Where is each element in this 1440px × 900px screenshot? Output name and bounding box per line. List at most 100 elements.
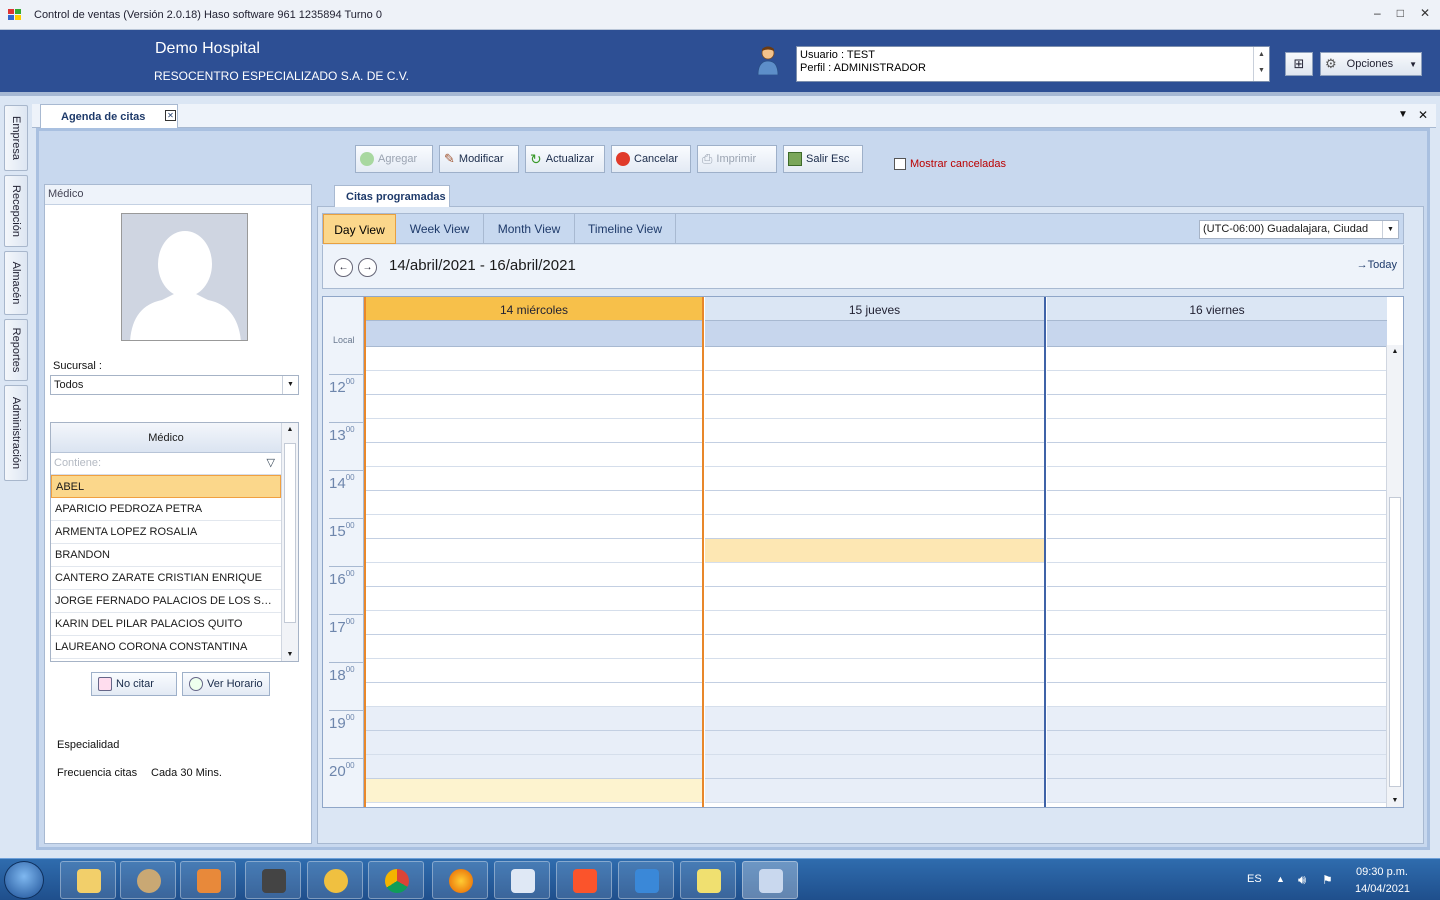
time-slot[interactable] <box>366 779 702 803</box>
doctor-grid-header[interactable]: Médico <box>51 423 281 453</box>
today-button[interactable]: →Today <box>1357 259 1397 271</box>
user-box-scrollbar[interactable]: ▲ ▼ <box>1253 47 1269 81</box>
vtab-empresa[interactable]: Empresa <box>4 105 28 171</box>
doctor-grid-scrollbar[interactable]: ▲ ▼ <box>281 423 298 661</box>
taskbar-app-people[interactable] <box>307 861 363 899</box>
time-slot[interactable] <box>1047 635 1387 659</box>
time-slot[interactable] <box>1047 347 1387 371</box>
mostrar-canceladas-toggle[interactable]: Mostrar canceladas <box>894 158 1006 170</box>
time-slot[interactable] <box>705 683 1044 707</box>
scroll-down-icon[interactable]: ▼ <box>282 651 298 658</box>
layout-grid-button[interactable]: ⊞ <box>1285 52 1313 76</box>
taskbar-media[interactable] <box>180 861 236 899</box>
time-slot[interactable] <box>1047 515 1387 539</box>
time-slot[interactable] <box>1047 371 1387 395</box>
day-header[interactable]: 14 miércoles <box>366 297 702 321</box>
time-slot[interactable] <box>1047 563 1387 587</box>
time-slot[interactable] <box>705 515 1044 539</box>
time-slot[interactable] <box>1047 611 1387 635</box>
scroll-thumb[interactable] <box>1389 497 1401 787</box>
time-slot[interactable] <box>366 635 702 659</box>
time-slot[interactable] <box>366 443 702 467</box>
time-slot[interactable] <box>366 659 702 683</box>
time-slot[interactable] <box>366 347 702 371</box>
time-slot[interactable] <box>705 395 1044 419</box>
network-flag-icon[interactable]: ⚑ <box>1322 873 1333 887</box>
vtab-almacen[interactable]: Almacén <box>4 251 28 315</box>
tab-agenda-de-citas[interactable]: Agenda de citas ✕ <box>40 104 178 128</box>
tab-month-view[interactable]: Month View <box>484 214 575 244</box>
doctor-row[interactable]: APARICIO PEDROZA PETRA <box>51 498 281 521</box>
tray-expand-icon[interactable]: ▲ <box>1276 874 1285 884</box>
mostrar-canceladas-checkbox[interactable] <box>894 158 906 170</box>
time-slot[interactable] <box>366 731 702 755</box>
time-slot[interactable] <box>705 635 1044 659</box>
time-slot[interactable] <box>1047 659 1387 683</box>
vtab-administracion[interactable]: Administración <box>4 385 28 481</box>
taskbar-app-notes[interactable] <box>680 861 736 899</box>
cancelar-button[interactable]: Cancelar <box>611 145 691 173</box>
time-slot[interactable] <box>1047 587 1387 611</box>
time-slot[interactable] <box>366 467 702 491</box>
time-slot[interactable] <box>705 659 1044 683</box>
time-slot[interactable] <box>366 395 702 419</box>
time-slot[interactable] <box>1047 539 1387 563</box>
filter-icon[interactable]: ▽ <box>267 456 275 469</box>
restore-icon[interactable]: □ <box>1397 6 1404 20</box>
time-slot[interactable] <box>705 611 1044 635</box>
next-arrow-icon[interactable]: → <box>358 258 377 277</box>
doctor-filter-input[interactable]: Contiene: ▽ <box>51 453 281 475</box>
all-day-area[interactable] <box>1047 321 1387 347</box>
tab-week-view[interactable]: Week View <box>396 214 484 244</box>
time-slot[interactable] <box>705 707 1044 731</box>
close-icon[interactable]: ✕ <box>1420 6 1430 20</box>
salir-button[interactable]: Salir Esc <box>783 145 863 173</box>
time-slot[interactable] <box>705 347 1044 371</box>
time-slot[interactable] <box>366 707 702 731</box>
scroll-thumb[interactable] <box>284 443 296 623</box>
clock-time[interactable]: 09:30 p.m. <box>1356 866 1408 878</box>
options-button[interactable]: ⚙ Opciones ▼ <box>1320 52 1422 76</box>
time-slot[interactable] <box>705 779 1044 803</box>
time-slot[interactable] <box>705 419 1044 443</box>
no-citar-button[interactable]: No citar <box>91 672 177 696</box>
tab-list-chevron-icon[interactable]: ▼ <box>1398 109 1408 120</box>
doctor-row[interactable]: JORGE FERNADO PALACIOS DE LOS SANT… <box>51 590 281 613</box>
minimize-icon[interactable]: – <box>1374 6 1381 20</box>
prev-arrow-icon[interactable]: ← <box>334 258 353 277</box>
time-slot[interactable] <box>366 515 702 539</box>
day-header[interactable]: 16 viernes <box>1047 297 1387 321</box>
doctor-row[interactable]: ARMENTA LOPEZ ROSALIA <box>51 521 281 544</box>
taskbar-chrome[interactable] <box>368 861 424 899</box>
scroll-down-icon[interactable]: ▼ <box>1387 797 1403 804</box>
time-slot[interactable] <box>366 611 702 635</box>
doctor-row[interactable]: ABEL <box>51 475 281 498</box>
day-column-16[interactable]: 16 viernes <box>1047 297 1387 807</box>
volume-icon[interactable]: 🔊︎ <box>1298 872 1306 888</box>
time-slot[interactable] <box>1047 683 1387 707</box>
scroll-up-icon[interactable]: ▲ <box>1387 348 1403 355</box>
vtab-reportes[interactable]: Reportes <box>4 319 28 381</box>
time-slot[interactable] <box>1047 707 1387 731</box>
tab-close-icon[interactable]: ✕ <box>165 110 176 121</box>
time-slot[interactable] <box>366 755 702 779</box>
tab-strip-close-icon[interactable]: ✕ <box>1418 108 1428 122</box>
time-slot[interactable] <box>1047 731 1387 755</box>
doctor-row[interactable]: KARIN DEL PILAR PALACIOS QUITO <box>51 613 281 636</box>
time-slot[interactable] <box>705 587 1044 611</box>
taskbar-paint[interactable] <box>120 861 176 899</box>
actualizar-button[interactable]: ↻ Actualizar <box>525 145 605 173</box>
chevron-down-icon[interactable]: ▼ <box>1382 221 1398 238</box>
imprimir-button[interactable]: ⎙ Imprimir <box>697 145 777 173</box>
time-slot[interactable] <box>705 491 1044 515</box>
time-slot[interactable] <box>705 371 1044 395</box>
time-slot[interactable] <box>1047 491 1387 515</box>
taskbar-firefox[interactable] <box>432 861 488 899</box>
language-indicator[interactable]: ES <box>1247 873 1262 885</box>
taskbar-sublime[interactable] <box>245 861 301 899</box>
time-slot[interactable] <box>1047 467 1387 491</box>
time-slot[interactable] <box>1047 395 1387 419</box>
calendar-scrollbar[interactable]: ▲ ▼ <box>1386 345 1403 807</box>
tab-citas-programadas[interactable]: Citas programadas <box>334 185 450 207</box>
scroll-up-icon[interactable]: ▲ <box>282 426 298 433</box>
